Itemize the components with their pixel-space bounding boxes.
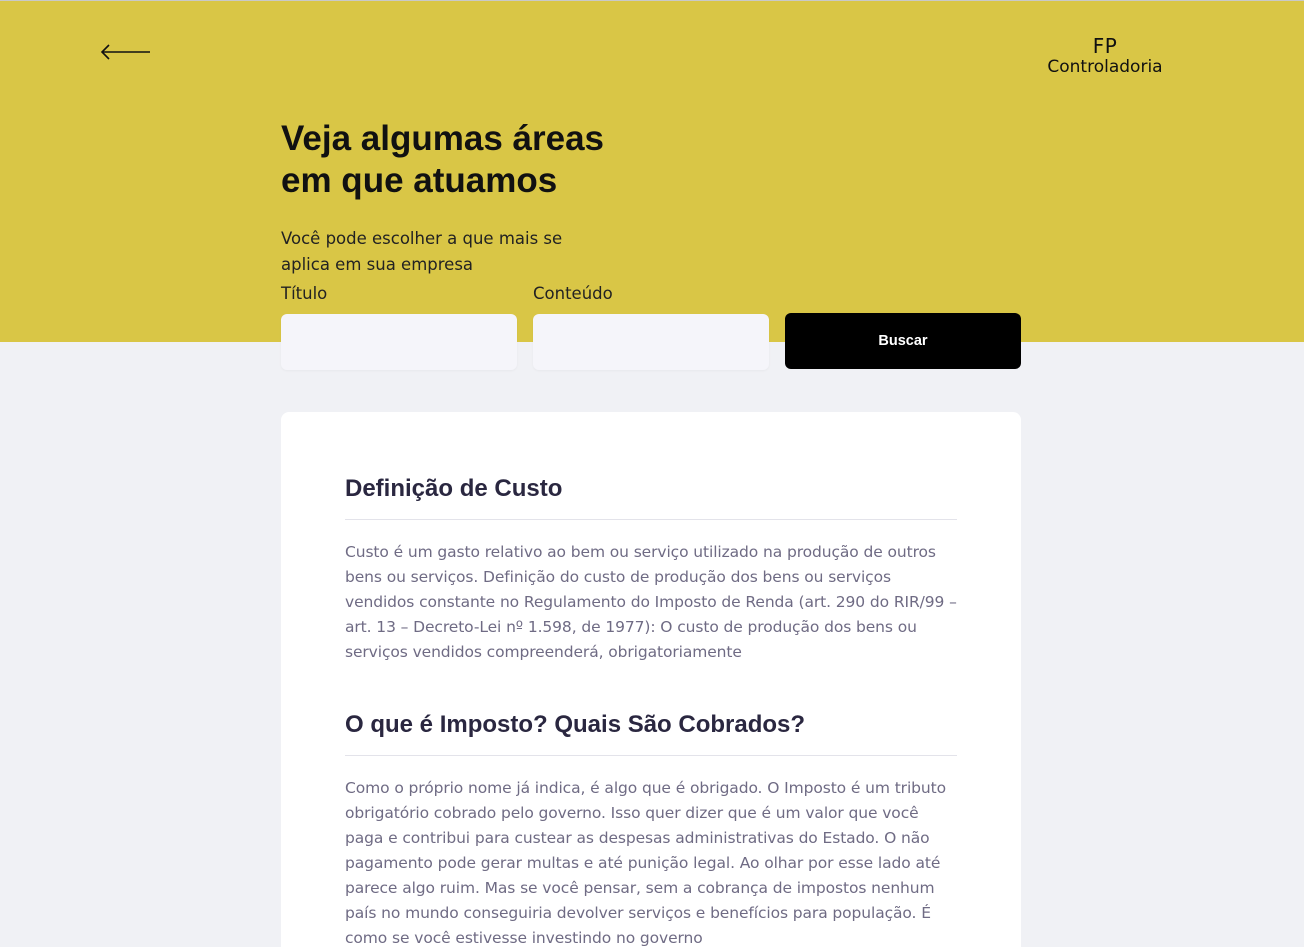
content-field-label: Conteúdo (533, 284, 613, 303)
brand-logo[interactable]: FP Controladoria (1040, 36, 1170, 78)
logo-line2: Controladoria (1047, 57, 1163, 77)
hero-banner: FP Controladoria Veja algumas áreas em q… (0, 0, 1304, 342)
page-title-line1: Veja algumas áreas (281, 119, 604, 158)
title-field-label: Título (281, 284, 328, 303)
title-search-input[interactable] (281, 314, 517, 370)
article-item: O que é Imposto? Quais São Cobrados? Com… (345, 710, 957, 947)
page-subtitle: Você pode escolher a que mais se aplica … (281, 226, 581, 278)
logo-line1: FP (1092, 34, 1118, 58)
content-search-input[interactable] (533, 314, 769, 370)
articles-card: Definição de Custo Custo é um gasto rela… (281, 412, 1021, 947)
arrow-left-icon (98, 39, 154, 65)
page-subtitle-line1: Você pode escolher a que mais se (281, 229, 563, 248)
page-subtitle-line2: aplica em sua empresa (281, 255, 474, 274)
page: FP Controladoria Veja algumas áreas em q… (0, 0, 1304, 947)
article-title[interactable]: O que é Imposto? Quais São Cobrados? (345, 710, 957, 756)
back-button[interactable] (98, 39, 154, 65)
page-title: Veja algumas áreas em que atuamos (281, 118, 681, 202)
article-title[interactable]: Definição de Custo (345, 474, 957, 520)
article-body: Como o próprio nome já indica, é algo qu… (345, 779, 946, 947)
search-button[interactable]: Buscar (785, 313, 1021, 369)
article-body: Custo é um gasto relativo ao bem ou serv… (345, 543, 957, 661)
article-item: Definição de Custo Custo é um gasto rela… (345, 474, 957, 665)
page-title-line2: em que atuamos (281, 161, 558, 200)
